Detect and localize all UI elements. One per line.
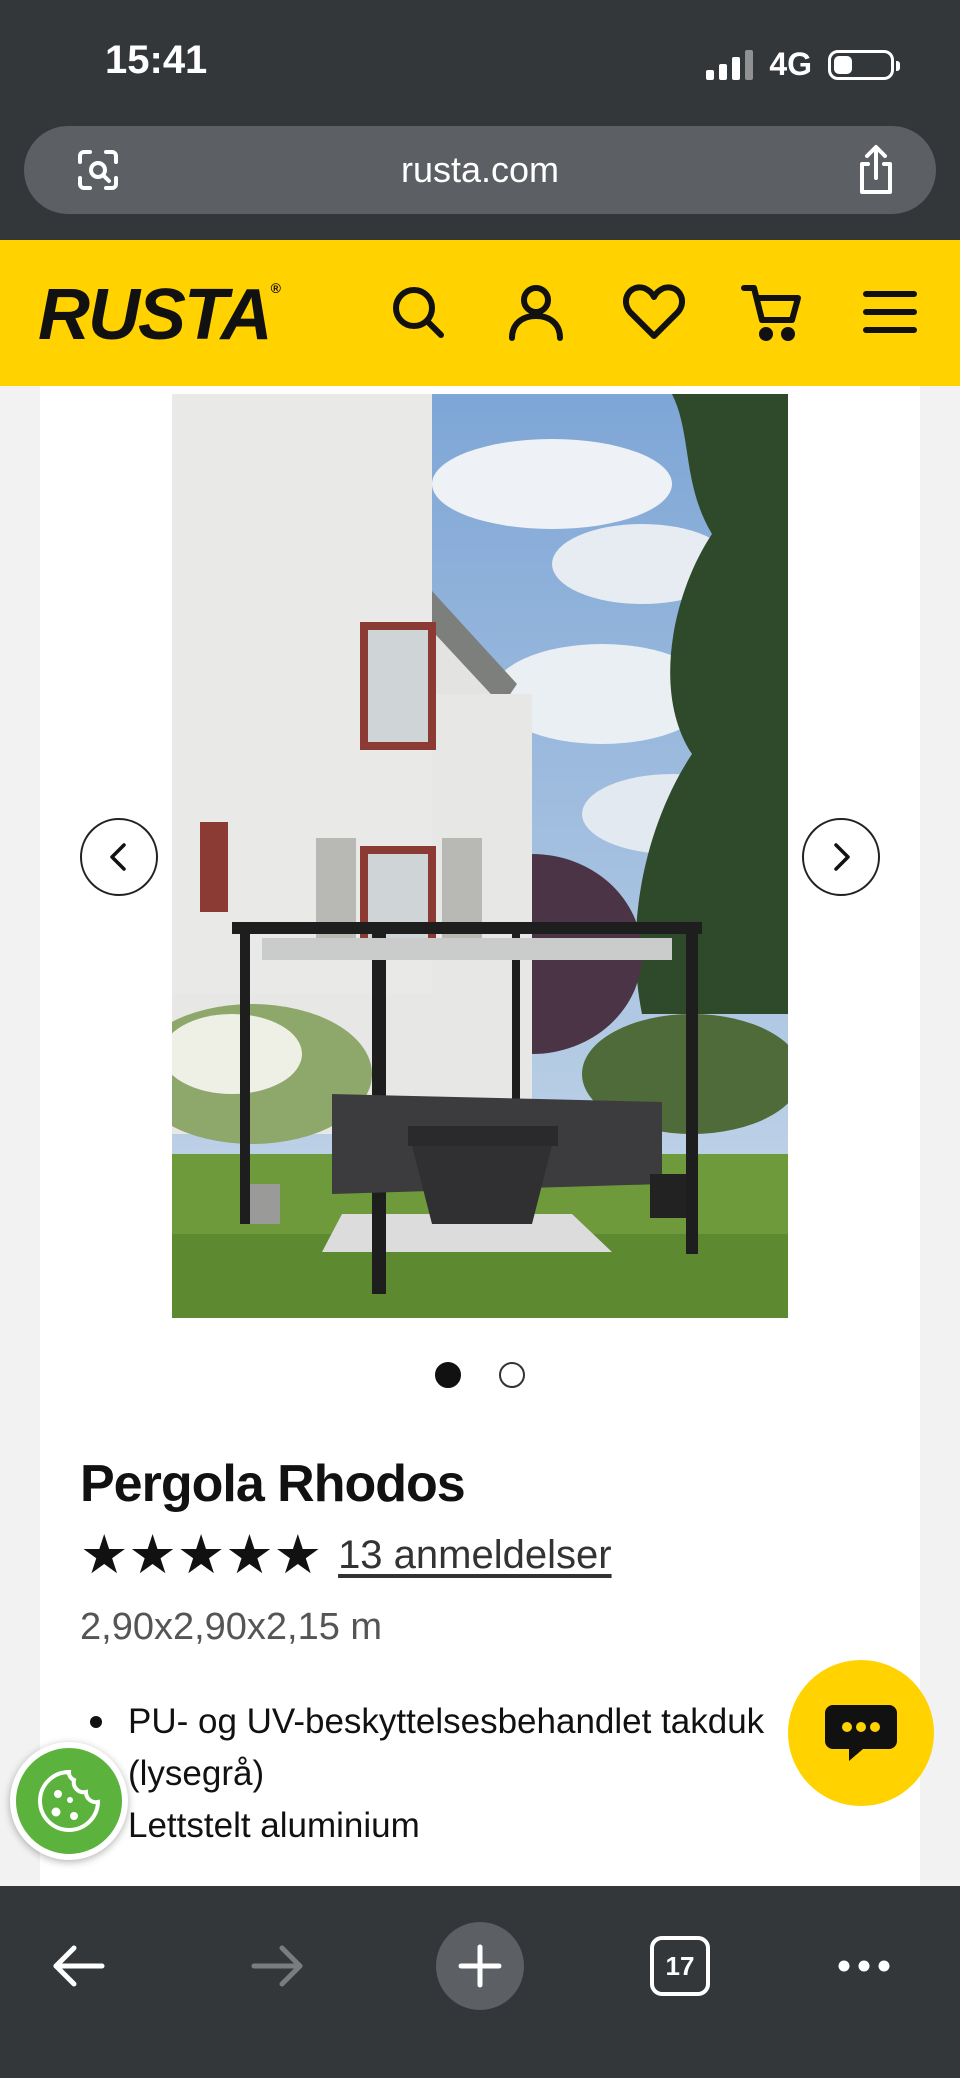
arrow-right-icon: [251, 1945, 303, 1987]
visual-search-icon[interactable]: [74, 146, 122, 194]
page-content: Pergola Rhodos ★★★★★ 13 anmeldelser 2,90…: [0, 386, 960, 1886]
browser-toolbar: 17: [0, 1886, 960, 2078]
back-button[interactable]: [48, 1936, 108, 1996]
logo-registered-mark: ®: [270, 280, 281, 296]
logo-text: RUSTA: [38, 275, 273, 355]
product-title: Pergola Rhodos: [80, 1455, 466, 1513]
feature-item: PU- og UV-beskyttelsesbehandlet takduk (…: [80, 1696, 840, 1800]
network-type: 4G: [769, 46, 812, 82]
new-tab-button[interactable]: [436, 1922, 524, 2010]
product-rating: ★★★★★ 13 anmeldelser: [80, 1528, 612, 1582]
tabs-button[interactable]: 17: [650, 1936, 710, 1996]
product-dimensions: 2,90x2,90x2,15 m: [80, 1606, 383, 1648]
address-bar[interactable]: rusta.com: [24, 126, 936, 214]
ellipsis-icon: [838, 1960, 890, 1972]
status-time: 15:41: [105, 38, 208, 82]
gallery-dot-1[interactable]: [435, 1362, 461, 1388]
menu-icon[interactable]: [858, 280, 922, 344]
chevron-right-icon: [834, 843, 850, 871]
forward-button[interactable]: [248, 1936, 308, 1996]
feature-list: PU- og UV-beskyttelsesbehandlet takduk (…: [80, 1696, 840, 1852]
account-icon[interactable]: [504, 280, 568, 344]
cookie-icon: [38, 1769, 101, 1832]
wishlist-heart-icon[interactable]: [622, 280, 686, 344]
more-options-button[interactable]: [834, 1936, 894, 1996]
status-indicators: 4G: [706, 46, 900, 83]
product-image[interactable]: [172, 394, 788, 1318]
feature-item: Lettstelt aluminium: [80, 1800, 840, 1852]
gallery-prev-button[interactable]: [80, 818, 158, 896]
pergola-scene-image: [172, 394, 788, 1318]
stars-text: ★★★★★: [80, 1525, 323, 1585]
cookie-settings-button[interactable]: [10, 1742, 128, 1860]
arrow-left-icon: [53, 1945, 105, 1987]
search-icon[interactable]: [386, 280, 450, 344]
gallery-next-button[interactable]: [802, 818, 880, 896]
rusta-logo[interactable]: RUSTA®: [38, 274, 281, 356]
star-rating-icon: ★★★★★: [80, 1528, 322, 1582]
status-bar: 15:41 4G: [0, 0, 960, 120]
chevron-left-icon: [110, 843, 126, 871]
battery-icon: [828, 49, 900, 80]
site-header: RUSTA®: [0, 240, 960, 386]
signal-icon: [706, 49, 754, 80]
gallery-pagination: [40, 1362, 920, 1388]
product-card: Pergola Rhodos ★★★★★ 13 anmeldelser 2,90…: [40, 386, 920, 1886]
share-icon[interactable]: [852, 144, 900, 196]
plus-icon: [458, 1944, 502, 1988]
url-text[interactable]: rusta.com: [401, 149, 559, 191]
gallery-dot-2[interactable]: [499, 1362, 525, 1388]
chat-bubble-icon: [825, 1705, 897, 1761]
reviews-link[interactable]: 13 anmeldelser: [338, 1533, 612, 1578]
chat-button[interactable]: [788, 1660, 934, 1806]
cart-icon[interactable]: [740, 280, 804, 344]
